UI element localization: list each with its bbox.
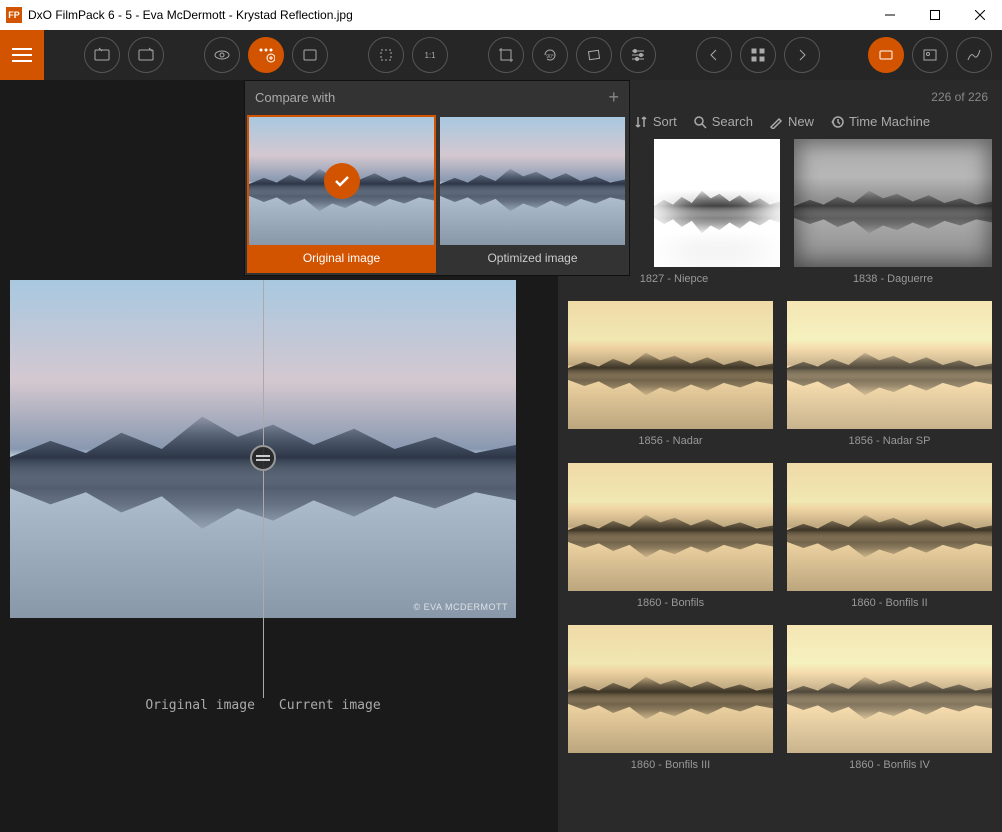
- grid-view-button[interactable]: [740, 37, 776, 73]
- check-icon: [324, 163, 360, 199]
- svg-text:90°: 90°: [546, 54, 554, 60]
- new-button[interactable]: New: [769, 114, 814, 129]
- crop-area-button[interactable]: [368, 37, 404, 73]
- titlebar: FP DxO FilmPack 6 - 5 - Eva McDermott - …: [0, 0, 1002, 30]
- compare-original-label: Original image: [249, 245, 434, 271]
- presets-panel-button[interactable]: [868, 37, 904, 73]
- effects-panel-button[interactable]: [912, 37, 948, 73]
- minimize-button[interactable]: [867, 0, 912, 30]
- search-button[interactable]: Search: [693, 114, 753, 129]
- compare-panel: Compare with + Original image Optimized …: [244, 80, 630, 276]
- sort-button[interactable]: Sort: [634, 114, 677, 129]
- prev-button[interactable]: [696, 37, 732, 73]
- add-compare-button[interactable]: +: [608, 87, 619, 108]
- menu-button[interactable]: [0, 30, 44, 80]
- adjust-button[interactable]: [620, 37, 656, 73]
- next-button[interactable]: [784, 37, 820, 73]
- preset-bonfils[interactable]: 1860 - Bonfils: [568, 463, 773, 615]
- preview-area: Compare with + Original image Optimized …: [0, 80, 558, 832]
- watermark: © EVA MCDERMOTT: [414, 602, 508, 612]
- compare-optimized-label: Optimized image: [440, 245, 625, 271]
- compare-divider-handle[interactable]: [250, 445, 276, 471]
- rotate-button[interactable]: 90°: [532, 37, 568, 73]
- toolbar: 1:1 90°: [0, 30, 1002, 80]
- single-image-button[interactable]: [292, 37, 328, 73]
- preview-left-label: Original image: [145, 698, 255, 713]
- preset-nadar-sp[interactable]: 1856 - Nadar SP: [787, 301, 992, 453]
- compare-optimized-thumb[interactable]: Optimized image: [438, 115, 627, 273]
- preview-button[interactable]: [204, 37, 240, 73]
- crop-button[interactable]: [488, 37, 524, 73]
- compare-original-thumb[interactable]: Original image: [247, 115, 436, 273]
- compare-title: Compare with: [255, 90, 335, 105]
- straighten-button[interactable]: [576, 37, 612, 73]
- preset-bonfils-iv[interactable]: 1860 - Bonfils IV: [787, 625, 992, 777]
- preset-nadar[interactable]: 1856 - Nadar: [568, 301, 773, 453]
- preset-bonfils-ii[interactable]: 1860 - Bonfils II: [787, 463, 992, 615]
- save-image-button[interactable]: [128, 37, 164, 73]
- compare-divider: [263, 280, 264, 698]
- histogram-panel-button[interactable]: [956, 37, 992, 73]
- window-title: DxO FilmPack 6 - 5 - Eva McDermott - Kry…: [28, 8, 867, 22]
- app-logo: FP: [6, 7, 22, 23]
- time-machine-button[interactable]: Time Machine: [830, 114, 930, 129]
- preview-right-label: Current image: [279, 698, 381, 713]
- maximize-button[interactable]: [912, 0, 957, 30]
- preset-bonfils-iii[interactable]: 1860 - Bonfils III: [568, 625, 773, 777]
- svg-text:1:1: 1:1: [424, 51, 436, 60]
- open-image-button[interactable]: [84, 37, 120, 73]
- zoom-1to1-button[interactable]: 1:1: [412, 37, 448, 73]
- compare-button[interactable]: [248, 37, 284, 73]
- close-button[interactable]: [957, 0, 1002, 30]
- preset-daguerre[interactable]: 1838 - Daguerre: [794, 139, 992, 291]
